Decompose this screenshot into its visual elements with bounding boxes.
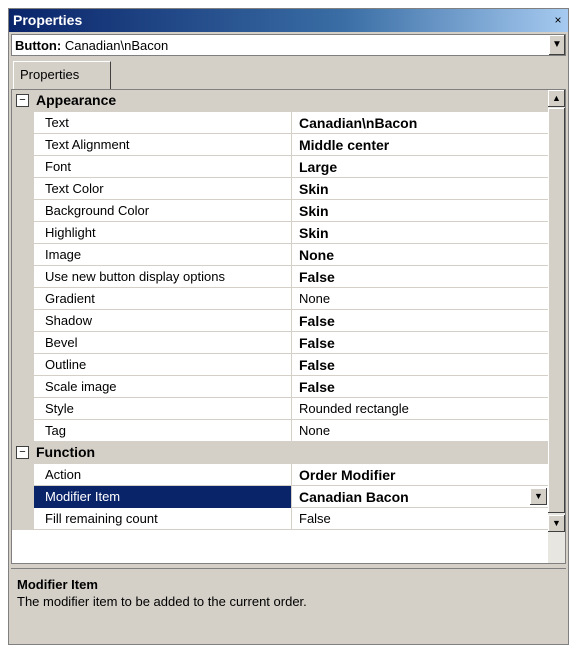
category-label: Function [36, 444, 96, 460]
property-name: Text Alignment [34, 134, 292, 156]
property-name: Modifier Item [34, 486, 292, 508]
category-label: Appearance [36, 92, 117, 108]
property-row[interactable]: Background Color Skin [12, 200, 549, 222]
property-name: Action [34, 464, 292, 486]
chevron-down-icon[interactable]: ▼ [548, 35, 565, 55]
property-name: Background Color [34, 200, 292, 222]
property-value[interactable]: Canadian\nBacon [292, 112, 549, 134]
collapse-icon[interactable]: − [16, 94, 29, 107]
property-name: Tag [34, 420, 292, 442]
property-row[interactable]: Tag None [12, 420, 549, 442]
property-row[interactable]: Use new button display options False [12, 266, 549, 288]
window-title: Properties [13, 12, 83, 28]
property-name: Use new button display options [34, 266, 292, 288]
property-name: Bevel [34, 332, 292, 354]
description-panel: Modifier Item The modifier item to be ad… [11, 568, 566, 644]
object-name: Canadian\nBacon [64, 38, 169, 53]
property-row[interactable]: Scale image False [12, 376, 549, 398]
scroll-up-icon[interactable]: ▲ [548, 90, 565, 107]
property-value[interactable]: False [292, 310, 549, 332]
vertical-scrollbar[interactable]: ▲ ▼ [548, 90, 565, 563]
property-value[interactable]: Order Modifier [292, 464, 549, 486]
property-value[interactable]: Canadian Bacon [292, 486, 549, 508]
property-value[interactable]: Middle center [292, 134, 549, 156]
category-appearance[interactable]: − Appearance [12, 90, 549, 112]
title-bar: Properties × [9, 9, 568, 32]
property-value[interactable]: False [292, 354, 549, 376]
property-value[interactable]: Large [292, 156, 549, 178]
property-row[interactable]: Font Large [12, 156, 549, 178]
property-value[interactable]: Skin [292, 178, 549, 200]
property-row[interactable]: Action Order Modifier [12, 464, 549, 486]
property-row[interactable]: Outline False [12, 354, 549, 376]
property-value[interactable]: Rounded rectangle [292, 398, 549, 420]
category-function[interactable]: − Function [12, 442, 549, 464]
property-row[interactable]: Bevel False [12, 332, 549, 354]
close-icon[interactable]: × [550, 11, 566, 29]
property-name: Outline [34, 354, 292, 376]
scroll-down-icon[interactable]: ▼ [548, 515, 565, 532]
property-name: Style [34, 398, 292, 420]
property-name: Fill remaining count [34, 508, 292, 530]
scroll-thumb[interactable] [548, 108, 565, 513]
property-value[interactable]: False [292, 508, 549, 530]
property-row[interactable]: Fill remaining count False [12, 508, 549, 530]
property-value[interactable]: Skin [292, 222, 549, 244]
property-value[interactable]: None [292, 288, 549, 310]
property-grid: − Appearance Text Canadian\nBacon Text A… [11, 89, 566, 564]
property-name: Gradient [34, 288, 292, 310]
property-name: Text [34, 112, 292, 134]
object-selector[interactable]: Button: Canadian\nBacon ▼ [11, 34, 566, 56]
property-row[interactable]: Image None [12, 244, 549, 266]
property-row[interactable]: Highlight Skin [12, 222, 549, 244]
object-type-label: Button: [15, 38, 62, 53]
property-value[interactable]: False [292, 266, 549, 288]
chevron-down-icon[interactable]: ▼ [530, 488, 547, 505]
property-name: Image [34, 244, 292, 266]
property-value[interactable]: None [292, 244, 549, 266]
property-row-selected[interactable]: Modifier Item Canadian Bacon ▼ [12, 486, 549, 508]
description-text: The modifier item to be added to the cur… [17, 594, 307, 609]
property-row[interactable]: Gradient None [12, 288, 549, 310]
tab-properties[interactable]: Properties [13, 61, 111, 89]
property-name: Font [34, 156, 292, 178]
property-value[interactable]: Skin [292, 200, 549, 222]
collapse-icon[interactable]: − [16, 446, 29, 459]
property-name: Scale image [34, 376, 292, 398]
property-row[interactable]: Text Color Skin [12, 178, 549, 200]
properties-window: Properties × Button: Canadian\nBacon ▼ P… [8, 8, 569, 645]
property-row[interactable]: Text Canadian\nBacon [12, 112, 549, 134]
description-title: Modifier Item [17, 577, 98, 592]
property-value[interactable]: False [292, 332, 549, 354]
property-value[interactable]: False [292, 376, 549, 398]
property-name: Shadow [34, 310, 292, 332]
property-row[interactable]: Text Alignment Middle center [12, 134, 549, 156]
property-row[interactable]: Shadow False [12, 310, 549, 332]
property-row[interactable]: Style Rounded rectangle [12, 398, 549, 420]
property-name: Text Color [34, 178, 292, 200]
property-name: Highlight [34, 222, 292, 244]
property-value[interactable]: None [292, 420, 549, 442]
